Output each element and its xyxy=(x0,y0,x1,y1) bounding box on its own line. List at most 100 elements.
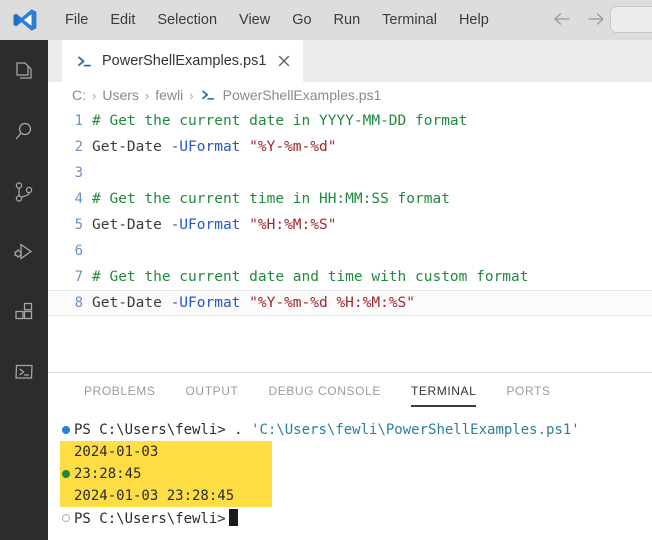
code-line[interactable]: 1 # Get the current date in YYYY-MM-DD fo… xyxy=(48,108,652,134)
line-number: 7 xyxy=(74,269,83,285)
code-line[interactable]: 2 Get-Date -UFormat "%Y-%m-%d" xyxy=(48,134,652,160)
code-token-string: "%Y-%m-%d" xyxy=(249,139,337,155)
terminal-output[interactable]: PS C:\Users\fewli> . 'C:\Users\fewli\Pow… xyxy=(48,419,652,540)
files-icon xyxy=(12,60,36,89)
code-line[interactable]: 5 Get-Date -UFormat "%H:%M:%S" xyxy=(48,212,652,238)
terminal-line: 2024-01-03 23:28:45 xyxy=(60,485,652,507)
breadcrumb: C: › Users › fewli › PowerShellExamples.… xyxy=(48,82,652,108)
powershell-icon xyxy=(76,54,93,69)
menu-item-file[interactable]: File xyxy=(54,8,99,33)
terminal-line-text: 23:28:45 xyxy=(60,466,141,482)
code-line[interactable]: 4 # Get the current time in HH:MM:SS form… xyxy=(48,186,652,212)
code-token-param: -UFormat xyxy=(170,139,250,155)
source-control-icon xyxy=(12,180,36,209)
line-number: 2 xyxy=(74,139,83,155)
menu-item-terminal[interactable]: Terminal xyxy=(371,8,448,33)
search-icon xyxy=(12,120,36,149)
terminal-prompt: PS C:\Users\fewli> xyxy=(74,511,226,527)
panel-tab-ports[interactable]: PORTS xyxy=(506,376,550,407)
menu-item-selection[interactable]: Selection xyxy=(146,8,228,33)
line-number: 3 xyxy=(74,165,83,181)
terminal-icon xyxy=(12,360,36,389)
terminal-line-text: 2024-01-03 xyxy=(60,444,158,460)
powershell-icon xyxy=(200,88,216,102)
line-number: 1 xyxy=(74,113,83,129)
menu-item-run[interactable]: Run xyxy=(323,8,372,33)
code-token-comment: # Get the current date in YYYY-MM-DD for… xyxy=(92,113,468,129)
close-icon[interactable] xyxy=(275,52,293,70)
arrow-left-icon[interactable] xyxy=(552,9,572,29)
menu-item-go[interactable]: Go xyxy=(281,8,322,33)
code-line[interactable]: 3 xyxy=(48,160,652,186)
terminal-line: PS C:\Users\fewli> xyxy=(60,507,652,529)
code-line-text: # Get the current date in YYYY-MM-DD for… xyxy=(92,113,652,129)
terminal-line-text: PS C:\Users\fewli> . 'C:\Users\fewli\Pow… xyxy=(60,422,580,438)
breadcrumb-separator: › xyxy=(189,87,194,103)
editor-tab-powershellexamples[interactable]: PowerShellExamples.ps1 xyxy=(62,40,304,82)
terminal-output-text: 2024-01-03 23:28:45 xyxy=(74,488,235,504)
command-decoration-pending-icon xyxy=(60,514,72,522)
code-editor[interactable]: 1 # Get the current date in YYYY-MM-DD fo… xyxy=(48,108,652,372)
panel-tab-problems[interactable]: PROBLEMS xyxy=(84,376,156,407)
breadcrumb-item-users[interactable]: Users xyxy=(102,87,139,103)
terminal-line: 2024-01-03 xyxy=(60,441,652,463)
code-line[interactable]: 6 xyxy=(48,238,652,264)
editor-tab-bar: PowerShellExamples.ps1 xyxy=(48,40,652,82)
code-token-string: "%Y-%m-%d %H:%M:%S" xyxy=(249,295,416,311)
command-center-search[interactable] xyxy=(610,6,652,33)
line-number: 5 xyxy=(74,217,83,233)
terminal-command: . xyxy=(234,422,252,438)
code-token-comment: # Get the current time in HH:MM:SS forma… xyxy=(92,191,450,207)
code-token-cmd: Get-Date xyxy=(92,139,171,155)
menu-item-edit[interactable]: Edit xyxy=(99,8,146,33)
menu-item-view[interactable]: View xyxy=(228,8,281,33)
arrow-right-icon[interactable] xyxy=(586,9,606,29)
line-number: 4 xyxy=(74,191,83,207)
code-token-string: "%H:%M:%S" xyxy=(249,217,337,233)
code-token-param: -UFormat xyxy=(170,217,250,233)
activity-bar-item-source-control[interactable] xyxy=(0,170,48,218)
activity-bar-item-extensions[interactable] xyxy=(0,290,48,338)
editor-tab-label: PowerShellExamples.ps1 xyxy=(102,53,267,69)
extensions-icon xyxy=(12,300,36,329)
command-decoration-green-icon xyxy=(60,470,72,478)
panel-tab-bar: PROBLEMS OUTPUT DEBUG CONSOLE TERMINAL P… xyxy=(48,373,652,409)
menu-item-help[interactable]: Help xyxy=(448,8,500,33)
terminal-script-path: 'C:\Users\fewli\PowerShellExamples.ps1' xyxy=(251,422,580,438)
code-token-param: -UFormat xyxy=(170,295,250,311)
bottom-panel: PROBLEMS OUTPUT DEBUG CONSOLE TERMINAL P… xyxy=(48,372,652,540)
navigation-buttons xyxy=(552,9,606,29)
code-line-text: Get-Date -UFormat "%H:%M:%S" xyxy=(92,217,652,233)
code-line[interactable]: 8 Get-Date -UFormat "%Y-%m-%d %H:%M:%S" xyxy=(48,290,652,316)
terminal-line: 23:28:45 xyxy=(60,463,652,485)
breadcrumb-item-fewli[interactable]: fewli xyxy=(155,87,183,103)
activity-bar-item-run-debug[interactable] xyxy=(0,230,48,278)
activity-bar-item-search[interactable] xyxy=(0,110,48,158)
code-line-text: Get-Date -UFormat "%Y-%m-%d %H:%M:%S" xyxy=(92,295,652,311)
code-token-cmd: Get-Date xyxy=(92,217,171,233)
code-line-text: # Get the current date and time with cus… xyxy=(92,269,652,285)
breadcrumb-separator: › xyxy=(92,87,97,103)
breadcrumb-item-file[interactable]: PowerShellExamples.ps1 xyxy=(223,87,382,103)
activity-bar xyxy=(0,40,48,540)
breadcrumb-item-drive[interactable]: C: xyxy=(72,87,86,103)
vscode-logo-icon xyxy=(10,7,40,33)
terminal-output-text: 2024-01-03 xyxy=(74,444,159,460)
terminal-output-text: 23:28:45 xyxy=(74,466,142,482)
terminal-cursor xyxy=(228,509,238,526)
line-number: 8 xyxy=(74,295,83,311)
panel-tab-debug-console[interactable]: DEBUG CONSOLE xyxy=(268,376,381,407)
code-line[interactable]: 7 # Get the current date and time with cu… xyxy=(48,264,652,290)
activity-bar-item-terminal[interactable] xyxy=(0,350,48,398)
code-token-comment: # Get the current date and time with cus… xyxy=(92,269,529,285)
code-line-text: # Get the current time in HH:MM:SS forma… xyxy=(92,191,652,207)
run-and-debug-icon xyxy=(12,240,36,269)
terminal-line-text: PS C:\Users\fewli> xyxy=(60,509,238,527)
panel-tab-output[interactable]: OUTPUT xyxy=(186,376,239,407)
line-number: 6 xyxy=(74,243,83,259)
editor-area: PowerShellExamples.ps1 C: › Users › fewl… xyxy=(48,40,652,372)
activity-bar-item-explorer[interactable] xyxy=(0,50,48,98)
panel-tab-terminal[interactable]: TERMINAL xyxy=(410,376,477,407)
terminal-line: PS C:\Users\fewli> . 'C:\Users\fewli\Pow… xyxy=(60,419,652,441)
code-line-text: Get-Date -UFormat "%Y-%m-%d" xyxy=(92,139,652,155)
